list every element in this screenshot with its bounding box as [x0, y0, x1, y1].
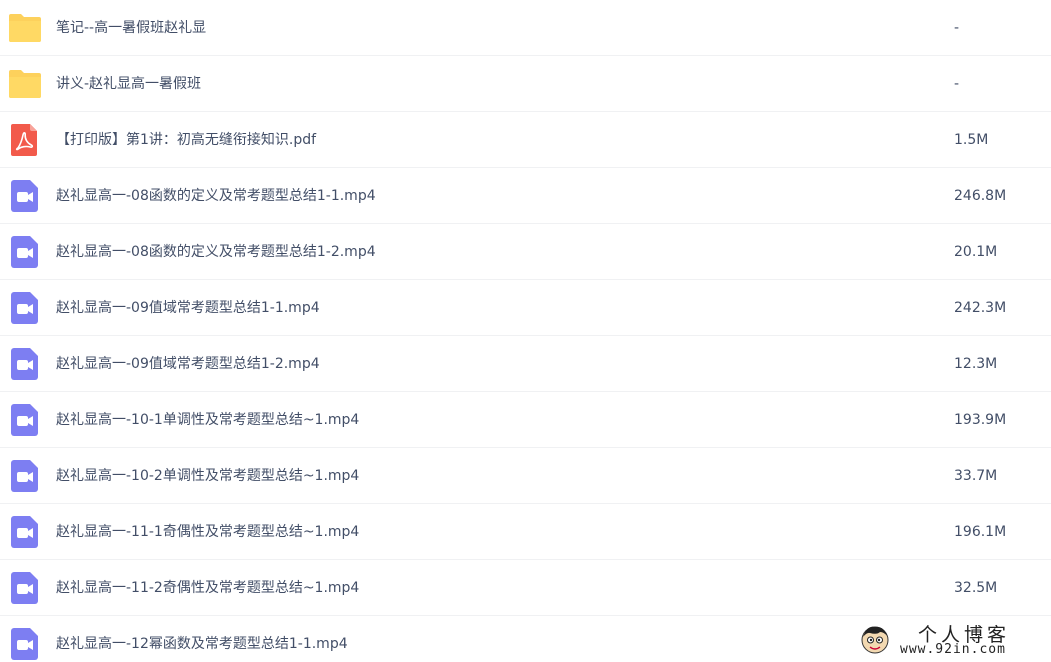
file-row[interactable]: 赵礼显高一-09值域常考题型总结1-1.mp4 242.3M: [0, 280, 1051, 336]
file-name[interactable]: 【打印版】第1讲：初高无缝衔接知识.pdf: [56, 112, 316, 168]
file-row[interactable]: 【打印版】第1讲：初高无缝衔接知识.pdf 1.5M: [0, 112, 1051, 168]
file-row[interactable]: 赵礼显高一-11-2奇偶性及常考题型总结~1.mp4 32.5M: [0, 560, 1051, 616]
file-size: 20.1M: [954, 244, 998, 260]
watermark-url: www.92in.com: [900, 642, 1006, 657]
file-size: 246.8M: [954, 188, 1007, 204]
file-size: 33.7M: [954, 468, 998, 484]
file-row[interactable]: 赵礼显高一-10-2单调性及常考题型总结~1.mp4 33.7M: [0, 448, 1051, 504]
file-name[interactable]: 赵礼显高一-09值域常考题型总结1-2.mp4: [56, 336, 320, 392]
file-row[interactable]: 赵礼显高一-11-1奇偶性及常考题型总结~1.mp4 196.1M: [0, 504, 1051, 560]
pdf-icon: [9, 124, 41, 156]
video-icon: [9, 292, 41, 324]
video-icon: [9, 572, 41, 604]
folder-icon: [9, 68, 41, 100]
video-icon: [9, 628, 41, 660]
file-size: 196.1M: [954, 524, 1007, 540]
file-row[interactable]: 赵礼显高一-08函数的定义及常考题型总结1-1.mp4 246.8M: [0, 168, 1051, 224]
file-row[interactable]: 赵礼显高一-09值域常考题型总结1-2.mp4 12.3M: [0, 336, 1051, 392]
folder-icon: [9, 12, 41, 44]
file-name[interactable]: 赵礼显高一-12幂函数及常考题型总结1-1.mp4: [56, 616, 348, 662]
file-name[interactable]: 赵礼显高一-08函数的定义及常考题型总结1-2.mp4: [56, 224, 376, 280]
watermark: 个人博客 www.92in.com: [860, 620, 1051, 662]
video-icon: [9, 348, 41, 380]
file-name[interactable]: 赵礼显高一-08函数的定义及常考题型总结1-1.mp4: [56, 168, 376, 224]
file-name[interactable]: 赵礼显高一-10-1单调性及常考题型总结~1.mp4: [56, 392, 359, 448]
file-size: -: [954, 20, 960, 36]
file-row[interactable]: 笔记--高一暑假班赵礼显 -: [0, 0, 1051, 56]
file-name[interactable]: 赵礼显高一-09值域常考题型总结1-1.mp4: [56, 280, 320, 336]
file-row[interactable]: 赵礼显高一-08函数的定义及常考题型总结1-2.mp4 20.1M: [0, 224, 1051, 280]
video-icon: [9, 404, 41, 436]
video-icon: [9, 236, 41, 268]
file-list: 笔记--高一暑假班赵礼显 - 讲义-赵礼显高一暑假班 - 【打印版】第1讲：初高…: [0, 0, 1051, 662]
video-icon: [9, 460, 41, 492]
file-name[interactable]: 赵礼显高一-11-1奇偶性及常考题型总结~1.mp4: [56, 504, 359, 560]
file-row[interactable]: 赵礼显高一-10-1单调性及常考题型总结~1.mp4 193.9M: [0, 392, 1051, 448]
file-row[interactable]: 讲义-赵礼显高一暑假班 -: [0, 56, 1051, 112]
video-icon: [9, 180, 41, 212]
file-name[interactable]: 笔记--高一暑假班赵礼显: [56, 0, 206, 56]
file-size: 1.5M: [954, 132, 989, 148]
cartoon-avatar-icon: [860, 625, 890, 655]
file-size: 32.5M: [954, 580, 998, 596]
file-size: -: [954, 76, 960, 92]
file-size: 12.3M: [954, 356, 998, 372]
file-size: 193.9M: [954, 412, 1007, 428]
file-name[interactable]: 讲义-赵礼显高一暑假班: [56, 56, 201, 112]
file-size: 242.3M: [954, 300, 1007, 316]
video-icon: [9, 516, 41, 548]
file-name[interactable]: 赵礼显高一-10-2单调性及常考题型总结~1.mp4: [56, 448, 359, 504]
file-name[interactable]: 赵礼显高一-11-2奇偶性及常考题型总结~1.mp4: [56, 560, 359, 616]
